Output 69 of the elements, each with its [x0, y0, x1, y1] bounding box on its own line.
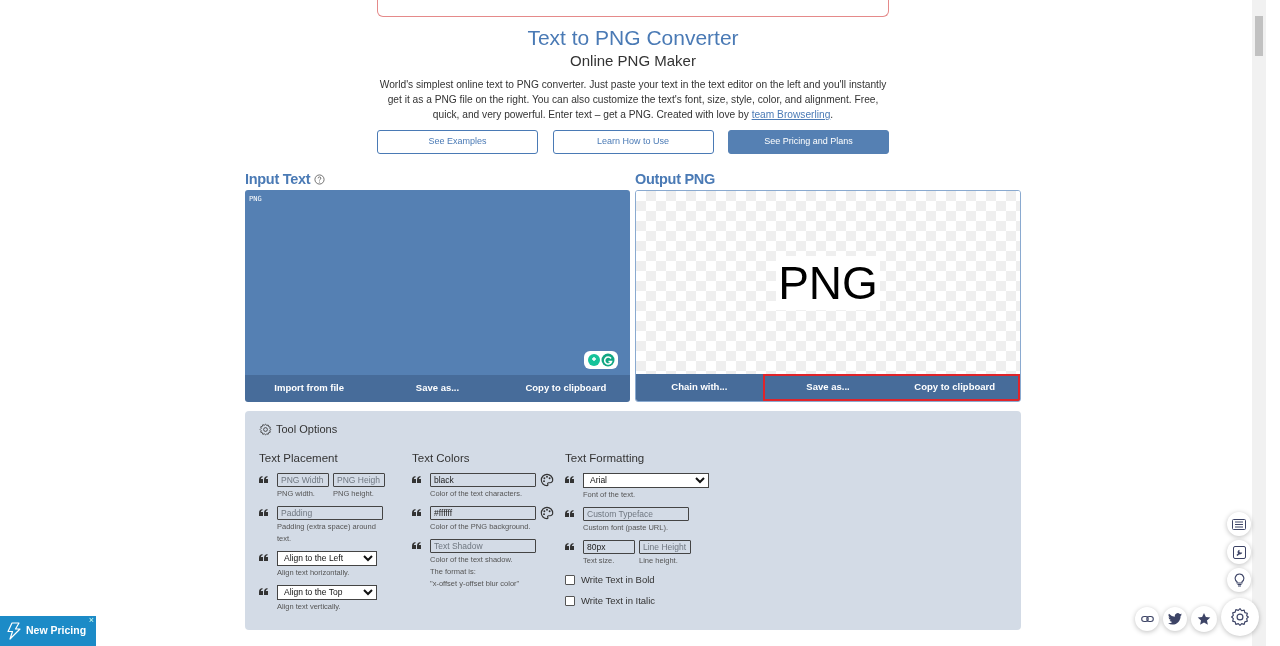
action-button[interactable]: Save as...	[764, 376, 892, 399]
close-button[interactable]: ×	[88, 616, 94, 625]
help-icon[interactable]	[314, 173, 326, 185]
quote-icon	[565, 510, 574, 518]
link-button[interactable]: Learn How to Use	[552, 130, 714, 154]
link-button[interactable]: See Examples	[377, 130, 538, 154]
checkbox-label: Write Text in Bold	[581, 572, 655, 587]
action-button[interactable]: Save as...	[373, 375, 502, 402]
description: World's simplest online text to PNG converter. Just paste your text in the text editor on the left and you'll instantly get it as a PNG file on the right. You can also customize the text's font, size, style, color, and alignment. Free, quick, and very powerful. Enter text – get a PNG. Created with love by team Browserling.	[378, 78, 888, 122]
text-field[interactable]: PNG Width	[277, 472, 329, 487]
text-field[interactable]: PNG Heigh	[333, 472, 385, 487]
link-button[interactable]	[1135, 607, 1159, 631]
promo-banner[interactable]: New Pricing ×	[0, 616, 96, 646]
text-field[interactable]: Custom Typeface	[583, 506, 689, 521]
panel-title: Output PNG	[635, 170, 716, 189]
page-subtitle: Online PNG Maker	[569, 51, 697, 71]
quote-icon	[565, 543, 574, 551]
options-title: Tool Options	[276, 422, 338, 437]
tools-button[interactable]	[1227, 540, 1251, 564]
action-button[interactable]: Chain with...	[636, 374, 763, 401]
quote-icon	[259, 588, 268, 596]
quote-icon	[259, 476, 268, 484]
section-title: Text Placement	[259, 450, 339, 466]
link-icon	[1140, 615, 1154, 623]
quote-icon	[412, 476, 421, 484]
dropdown[interactable]: Arial	[583, 472, 709, 488]
text-field[interactable]: 80px	[583, 539, 635, 554]
promo-label: New Pricing	[26, 623, 87, 639]
star-icon	[1197, 612, 1211, 626]
idea-button[interactable]	[1227, 568, 1251, 592]
assistant-icon[interactable]	[584, 351, 618, 369]
section-title: Text Colors	[412, 450, 471, 466]
text-field[interactable]: Text Shadow	[430, 538, 536, 553]
section-title: Text Formatting	[565, 450, 646, 466]
dropdown[interactable]: Align to the Left	[277, 550, 377, 566]
quote-icon	[565, 476, 574, 484]
pricing-button[interactable]: See Pricing and Plans	[728, 130, 889, 154]
list-button[interactable]	[1227, 512, 1251, 536]
share-button[interactable]	[1163, 607, 1187, 631]
quote-icon	[412, 509, 421, 517]
action-button[interactable]: Import from file	[245, 375, 374, 402]
list-icon	[1232, 518, 1246, 530]
action-button[interactable]: Copy to clipboard	[891, 376, 1018, 399]
checkbox[interactable]	[565, 574, 575, 585]
quote-icon	[259, 554, 268, 562]
lightbulb-icon	[1233, 573, 1245, 587]
preview-text: PNG	[776, 255, 880, 310]
settings-icon	[259, 422, 272, 436]
text-field[interactable]: #ffffff	[430, 505, 536, 520]
quote-icon	[412, 542, 421, 550]
page-title: Text to PNG Converter	[526, 25, 740, 51]
favorite-button[interactable]	[1191, 606, 1217, 632]
lightning-icon	[7, 622, 21, 640]
bird-icon	[1168, 613, 1182, 625]
palette-icon[interactable]	[540, 505, 554, 520]
text-field[interactable]: Padding	[277, 505, 383, 520]
quote-icon	[259, 509, 268, 517]
text-field[interactable]: Line Height	[639, 539, 691, 554]
checkbox[interactable]	[565, 596, 575, 607]
action-button[interactable]: Copy to clipboard	[501, 375, 630, 402]
text-field[interactable]: black	[430, 472, 536, 487]
panel-title: Input Text	[245, 170, 311, 189]
scrollbar[interactable]	[1252, 0, 1266, 646]
settings-button[interactable]	[1221, 598, 1259, 636]
palette-icon[interactable]	[540, 472, 554, 487]
dropdown[interactable]: Align to the Top	[277, 584, 377, 600]
settings-icon	[1230, 607, 1250, 627]
wrench-icon	[1232, 545, 1246, 559]
checkbox-label: Write Text in Italic	[581, 594, 656, 608]
